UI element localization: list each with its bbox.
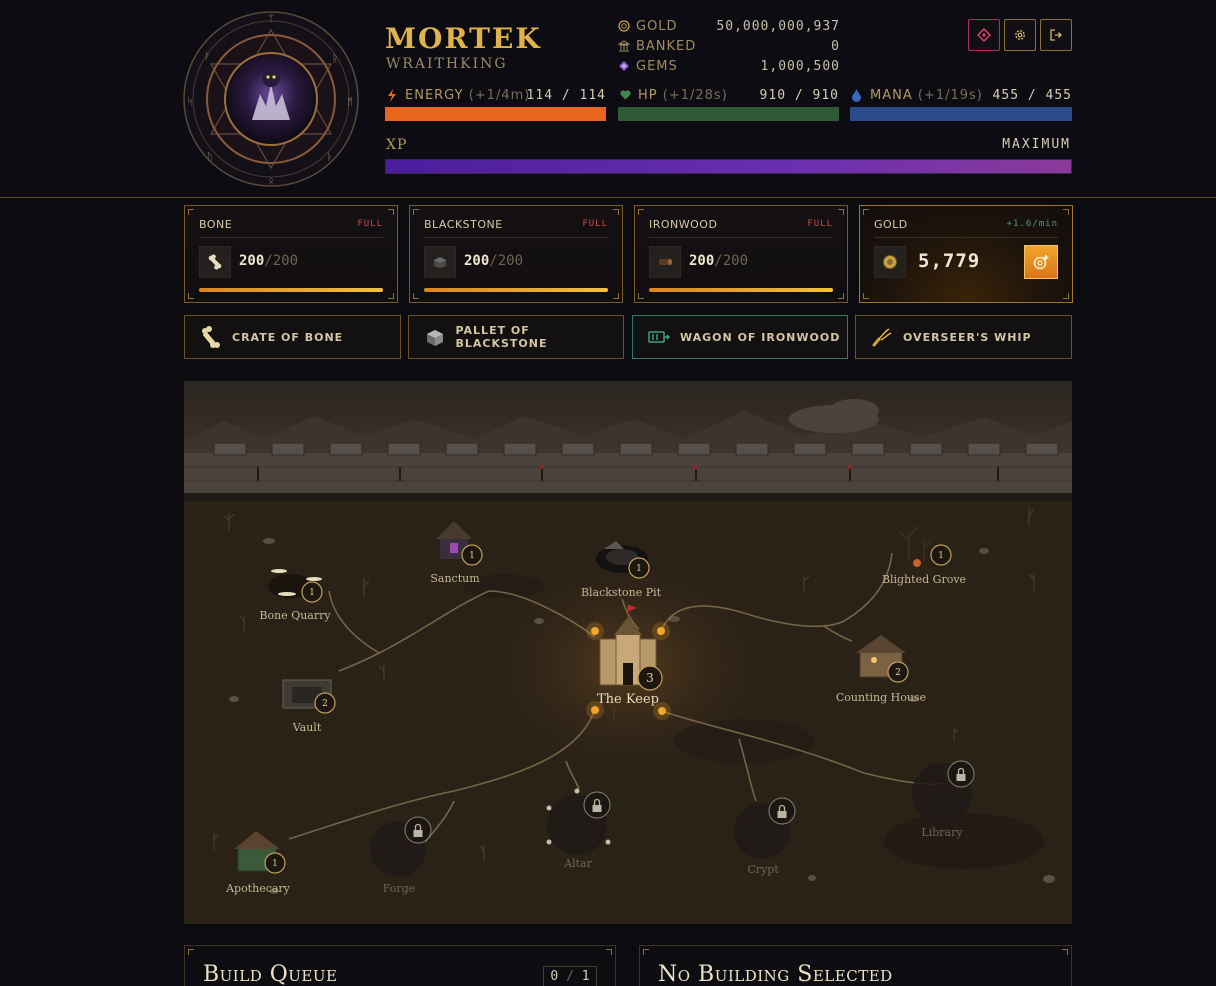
- svg-text:ᛋ: ᛋ: [187, 96, 193, 108]
- gems-currency: GEMS 1,000,500: [618, 59, 840, 77]
- gold-rate: +1.6/min: [1006, 219, 1058, 229]
- player-title: WRAITHKING: [386, 56, 508, 72]
- build-queue-title: Build Queue: [203, 962, 338, 986]
- svg-text:2: 2: [895, 668, 901, 678]
- gem-icon: [619, 61, 629, 71]
- svg-text:Library: Library: [921, 826, 963, 839]
- energy-value: 114 / 114: [526, 88, 606, 103]
- log-icon: [649, 246, 681, 278]
- svg-text:1: 1: [272, 859, 278, 869]
- stone-icon: [424, 246, 456, 278]
- energy-bar: [385, 107, 606, 121]
- svg-text:ᛉ: ᛉ: [268, 14, 274, 25]
- banked-value: 0: [831, 39, 840, 54]
- svg-text:Sanctum: Sanctum: [430, 572, 480, 585]
- player-portrait[interactable]: ᛉ ᚱ ᛗ ᚦ ᛟ ᚢ ᛋ ᚹ: [182, 10, 360, 188]
- resource-bar: [424, 288, 608, 292]
- logout-icon: [1050, 29, 1062, 41]
- resource-amount: 200/200: [689, 253, 749, 269]
- gold-resource-card: GOLD +1.6/min 5,779: [859, 205, 1073, 303]
- heart-icon: [620, 90, 631, 100]
- svg-text:ᛗ: ᛗ: [347, 97, 353, 108]
- svg-text:3: 3: [646, 671, 654, 685]
- svg-text:Vault: Vault: [292, 721, 322, 734]
- gold-coin-icon: [618, 20, 630, 32]
- xp-value: MAXIMUM: [1002, 137, 1071, 152]
- svg-text:Forge: Forge: [383, 882, 415, 895]
- gold-currency: GOLD 50,000,000,937: [618, 19, 840, 37]
- buy-gold-button[interactable]: [1024, 245, 1058, 279]
- svg-text:ᛟ: ᛟ: [268, 176, 274, 187]
- xp-label: XP: [386, 137, 408, 153]
- selection-title: No Building Selected: [658, 962, 893, 986]
- gear-icon: [1015, 30, 1025, 40]
- resource-amount: 200/200: [239, 253, 299, 269]
- svg-text:1: 1: [309, 588, 315, 598]
- player-header: ᛉ ᚱ ᛗ ᚦ ᛟ ᚢ ᛋ ᚹ MORTEK WRAITHKING GOLD 50,000…: [0, 0, 1216, 198]
- full-badge: FULL: [357, 219, 383, 229]
- diamond-icon: [977, 28, 991, 42]
- bone-icon: [199, 246, 231, 278]
- svg-text:Crypt: Crypt: [747, 863, 779, 876]
- resource-bar: [199, 288, 383, 292]
- premium-button[interactable]: [968, 19, 1000, 51]
- build-queue-panel: Build Queue 0 / 1: [184, 945, 616, 986]
- bone-crate-icon: [199, 325, 223, 349]
- svg-text:ᚹ: ᚹ: [204, 52, 210, 63]
- whip-icon: [870, 325, 894, 349]
- full-badge: FULL: [807, 219, 833, 229]
- banked-currency: BANKED 0: [618, 39, 840, 57]
- logout-button[interactable]: [1040, 19, 1072, 51]
- svg-text:Apothecary: Apothecary: [225, 882, 291, 895]
- svg-text:Altar: Altar: [563, 857, 592, 870]
- add-coin-icon: [1033, 255, 1049, 270]
- resource-amount: 200/200: [464, 253, 524, 269]
- mana-value: 455 / 455: [992, 88, 1072, 103]
- svg-text:2: 2: [322, 699, 328, 709]
- village-map[interactable]: 1 Bone Quarry 1 Sanctum 1 Blackstone Pit…: [184, 381, 1072, 924]
- settings-button[interactable]: [1004, 19, 1036, 51]
- hp-bar: [618, 107, 839, 121]
- svg-text:Blackstone Pit: Blackstone Pit: [581, 586, 662, 599]
- gold-amount: 5,779: [918, 250, 981, 272]
- svg-text:ᚢ: ᚢ: [207, 152, 213, 163]
- full-badge: FULL: [582, 219, 608, 229]
- svg-text:Counting House: Counting House: [836, 691, 926, 704]
- energy-stat: ENERGY (+1/4m) 114 / 114: [385, 88, 606, 122]
- bank-icon: [618, 40, 630, 52]
- gems-value: 1,000,500: [760, 59, 840, 74]
- hp-value: 910 / 910: [759, 88, 839, 103]
- lightning-icon: [388, 89, 396, 102]
- svg-text:ᚦ: ᚦ: [327, 152, 333, 163]
- svg-text:1: 1: [636, 564, 642, 574]
- xp-bar: [385, 159, 1072, 174]
- svg-text:1: 1: [938, 551, 944, 561]
- pallet-of-blackstone-button[interactable]: PALLET OF BLACKSTONE: [408, 315, 624, 359]
- drop-icon: [852, 89, 861, 102]
- overseers-whip-button[interactable]: OVERSEER'S WHIP: [855, 315, 1072, 359]
- blackstone-resource-card: BLACKSTONE FULL 200/200: [409, 205, 623, 303]
- svg-text:Blighted Grove: Blighted Grove: [882, 573, 966, 586]
- building-details-panel: No Building Selected: [639, 945, 1072, 986]
- stone-pallet-icon: [423, 325, 446, 349]
- wagon-icon: [647, 325, 671, 349]
- mana-bar: [850, 107, 1072, 121]
- coin-icon: [874, 246, 906, 278]
- mana-stat: MANA (+1/19s) 455 / 455: [850, 88, 1072, 122]
- player-name: MORTEK: [385, 22, 542, 55]
- gold-value: 50,000,000,937: [716, 19, 840, 34]
- ironwood-resource-card: IRONWOOD FULL 200/200: [634, 205, 848, 303]
- crate-of-bone-button[interactable]: CRATE OF BONE: [184, 315, 401, 359]
- svg-text:ᚱ: ᚱ: [332, 54, 338, 65]
- wagon-of-ironwood-button[interactable]: WAGON OF IRONWOOD: [632, 315, 848, 359]
- bone-resource-card: BONE FULL 200/200: [184, 205, 398, 303]
- svg-text:Bone Quarry: Bone Quarry: [259, 609, 331, 622]
- svg-text:1: 1: [469, 551, 475, 561]
- resource-bar: [649, 288, 833, 292]
- hp-stat: HP (+1/28s) 910 / 910: [618, 88, 839, 122]
- svg-text:The Keep: The Keep: [597, 692, 659, 707]
- build-queue-count: 0 / 1: [543, 966, 597, 986]
